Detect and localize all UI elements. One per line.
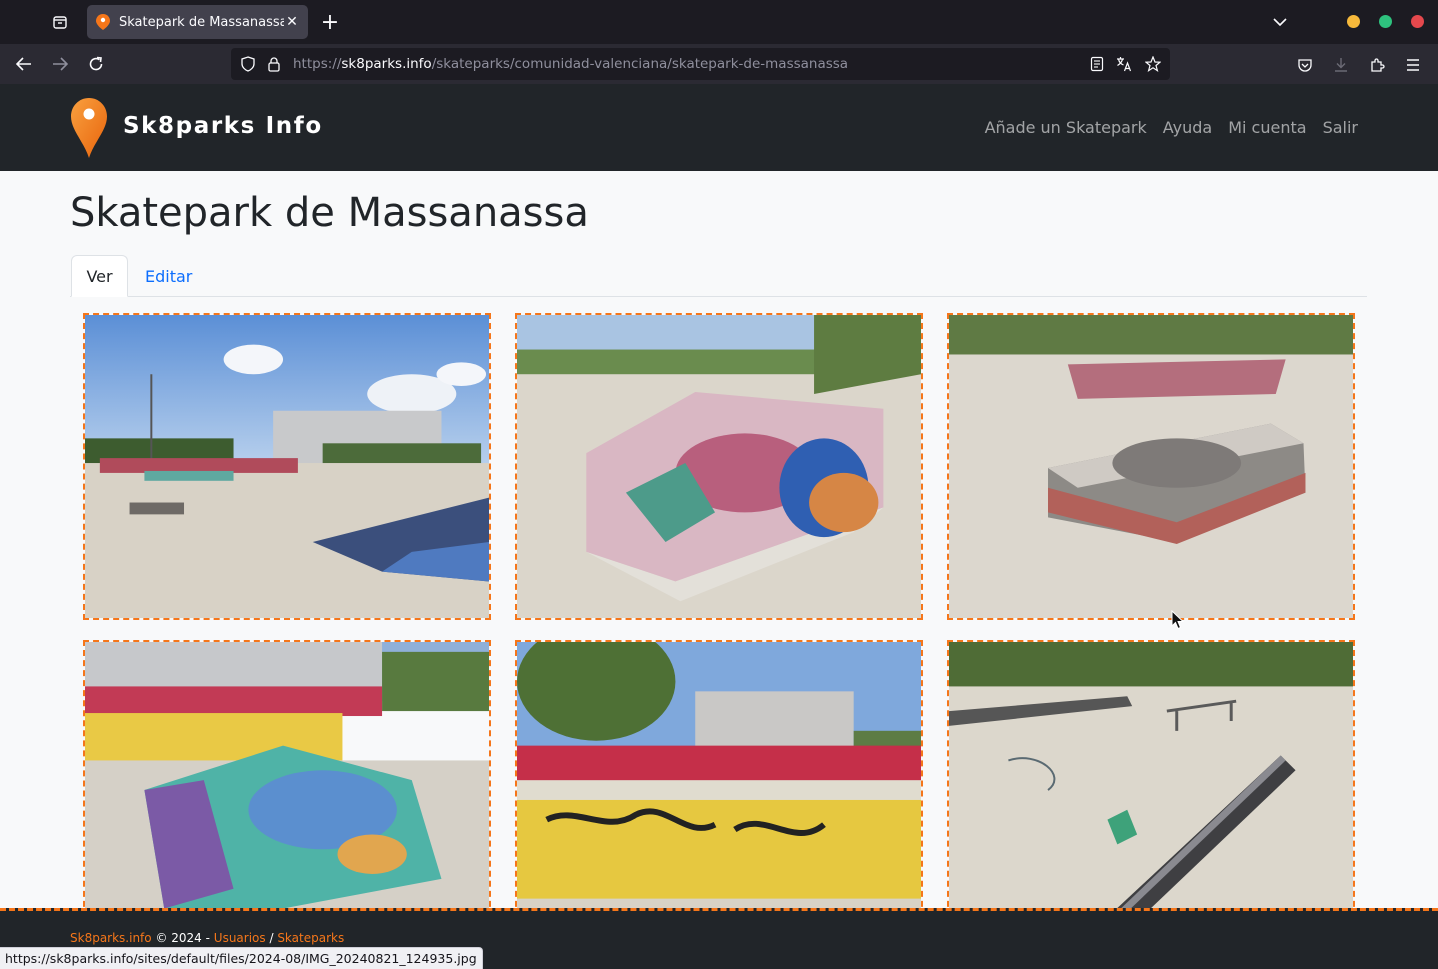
skatepark-photo-3[interactable]: [947, 313, 1355, 620]
tabs-divider: [70, 296, 1367, 297]
url-host: sk8parks.info: [341, 56, 432, 72]
minimize-window-button[interactable]: [1347, 15, 1360, 28]
reader-view-icon[interactable]: [1089, 56, 1105, 72]
nav-logout[interactable]: Salir: [1323, 118, 1358, 137]
map-pin-favicon-icon: [95, 14, 111, 30]
browser-tab-bar: Skatepark de Massanassa | Sk8parks Info …: [0, 0, 1438, 44]
nav-help[interactable]: Ayuda: [1163, 118, 1212, 137]
browser-tab-title: Skatepark de Massanassa | Sk8parks Info: [119, 14, 284, 30]
link-status-bar: https://sk8parks.info/sites/default/file…: [0, 947, 483, 969]
footer-skateparks-link[interactable]: Skateparks: [277, 931, 344, 945]
nav-my-account[interactable]: Mi cuenta: [1228, 118, 1306, 137]
tab-view[interactable]: Ver: [71, 255, 128, 297]
shield-icon[interactable]: [240, 56, 256, 72]
browser-tab-active[interactable]: Skatepark de Massanassa | Sk8parks Info …: [87, 5, 308, 39]
close-tab-icon[interactable]: ✕: [284, 14, 300, 30]
maximize-window-button[interactable]: [1379, 15, 1392, 28]
back-arrow-icon[interactable]: [10, 50, 38, 78]
skatepark-photo-4[interactable]: [83, 640, 491, 947]
downloads-icon[interactable]: [1332, 56, 1350, 74]
reload-icon[interactable]: [82, 50, 110, 78]
site-nav: Añade un Skatepark Ayuda Mi cuenta Salir: [985, 118, 1358, 137]
mouse-cursor-icon: [1171, 609, 1185, 630]
forward-arrow-icon[interactable]: [46, 50, 74, 78]
footer-copyright: © 2024 -: [151, 931, 214, 945]
lock-icon[interactable]: [266, 56, 282, 72]
footer-site-link[interactable]: Sk8parks.info: [70, 931, 152, 945]
skatepark-photo-1[interactable]: [83, 313, 491, 620]
nav-add-skatepark[interactable]: Añade un Skatepark: [985, 118, 1147, 137]
footer-separator: /: [265, 931, 278, 945]
skatepark-photo-2[interactable]: [515, 313, 923, 620]
pocket-icon[interactable]: [1296, 56, 1314, 74]
translate-icon[interactable]: [1116, 56, 1132, 72]
hamburger-menu-icon[interactable]: [1404, 56, 1422, 74]
skatepark-photo-5[interactable]: [515, 640, 923, 947]
page-title: Skatepark de Massanassa: [70, 190, 589, 236]
chevron-down-icon[interactable]: [1266, 10, 1294, 34]
footer-users-link[interactable]: Usuarios: [214, 931, 266, 945]
extensions-icon[interactable]: [1368, 56, 1386, 74]
firefox-view-icon[interactable]: [44, 6, 76, 38]
url-path: /skateparks/comunidad-valenciana/skatepa…: [431, 56, 849, 72]
footer-text: Sk8parks.info © 2024 - Usuarios / Skatep…: [70, 931, 344, 945]
tab-edit[interactable]: Editar: [145, 255, 192, 297]
close-window-button[interactable]: [1411, 15, 1424, 28]
skatepark-photo-6[interactable]: [947, 640, 1355, 947]
url-scheme: https://: [293, 56, 342, 72]
site-name[interactable]: Sk8parks Info: [123, 113, 323, 139]
url-text: https://sk8parks.info/skateparks/comunid…: [293, 56, 848, 72]
bookmark-star-icon[interactable]: [1145, 56, 1161, 72]
map-pin-logo-icon[interactable]: [70, 97, 108, 159]
address-bar[interactable]: https://sk8parks.info/skateparks/comunid…: [231, 48, 1170, 80]
browser-nav-bar: https://sk8parks.info/skateparks/comunid…: [0, 44, 1438, 84]
site-header: Sk8parks Info Añade un Skatepark Ayuda M…: [0, 84, 1438, 171]
new-tab-icon[interactable]: +: [315, 6, 345, 38]
